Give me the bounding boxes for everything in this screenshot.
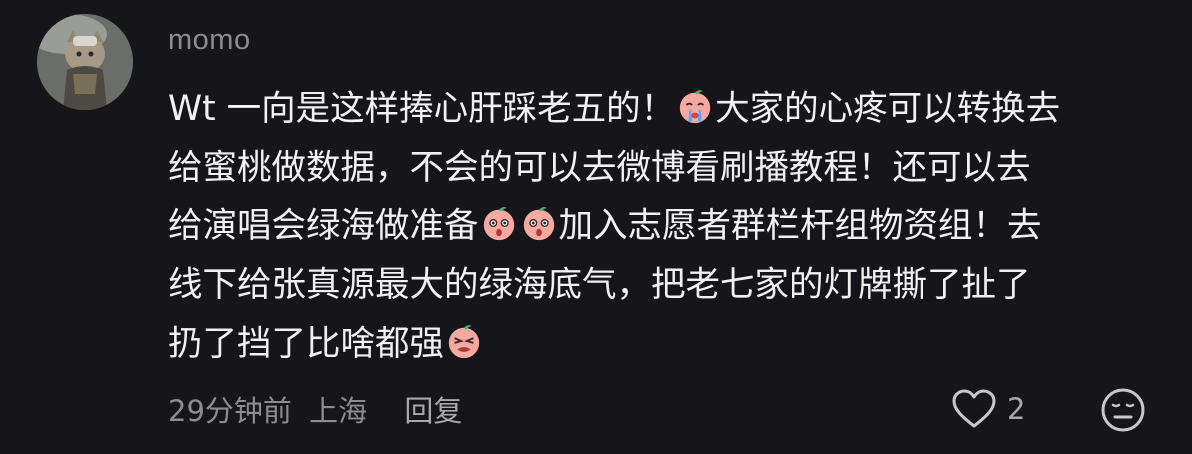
comment-item: momo Wt 一向是这样捧心肝踩老五的！ 大家的心疼可以转换去 给蜜桃做数据，… bbox=[0, 0, 1192, 454]
comment-line: 扔了挡了比啥都强 bbox=[168, 315, 1158, 374]
shocked-peach-emoji bbox=[480, 204, 518, 242]
comment-line: 线下给张真源最大的绿海底气，把老七家的灯牌撕了扯了 bbox=[168, 265, 1031, 306]
dislike-button[interactable] bbox=[1099, 386, 1147, 434]
comment-line: Wt 一向是这样捧心肝踩老五的！ 大家的心疼可以转换去 bbox=[168, 80, 1158, 139]
shocked-peach-emoji bbox=[520, 204, 558, 242]
comment-text-segment: 扔了挡了比啥都强 bbox=[168, 323, 444, 364]
meh-face-icon bbox=[1101, 388, 1145, 432]
crying-peach-emoji bbox=[676, 87, 714, 125]
comment-line: 给演唱会绿海做准备 加入志愿者群栏杆组物资组！去 bbox=[168, 197, 1158, 256]
like-button[interactable]: 2 bbox=[951, 388, 1025, 430]
avatar[interactable] bbox=[37, 14, 133, 110]
comment-text: Wt 一向是这样捧心肝踩老五的！ 大家的心疼可以转换去 给蜜桃做数据，不会的可以… bbox=[168, 80, 1158, 374]
avatar-image bbox=[37, 14, 133, 110]
comment-text-segment: 加入志愿者群栏杆组物资组！去 bbox=[558, 206, 1042, 247]
comment-text-segment: 大家的心疼可以转换去 bbox=[715, 89, 1061, 129]
username[interactable]: momo bbox=[168, 24, 251, 57]
comment-text-segment: Wt 一向是这样捧心肝踩老五的！ bbox=[168, 89, 676, 129]
heart-outline-icon bbox=[952, 389, 996, 428]
angry-peach-emoji bbox=[445, 322, 483, 360]
comment-meta: 29分钟前 上海 回复 bbox=[168, 388, 462, 430]
like-count: 2 bbox=[1007, 392, 1026, 426]
comment-location: 上海 bbox=[309, 394, 368, 428]
reply-button[interactable]: 回复 bbox=[404, 388, 462, 430]
comment-line: 给蜜桃做数据，不会的可以去微博看刷播教程！还可以去 bbox=[168, 147, 1031, 188]
comment-time: 29分钟前 bbox=[168, 394, 292, 428]
comment-text-segment: 给演唱会绿海做准备 bbox=[168, 206, 479, 247]
